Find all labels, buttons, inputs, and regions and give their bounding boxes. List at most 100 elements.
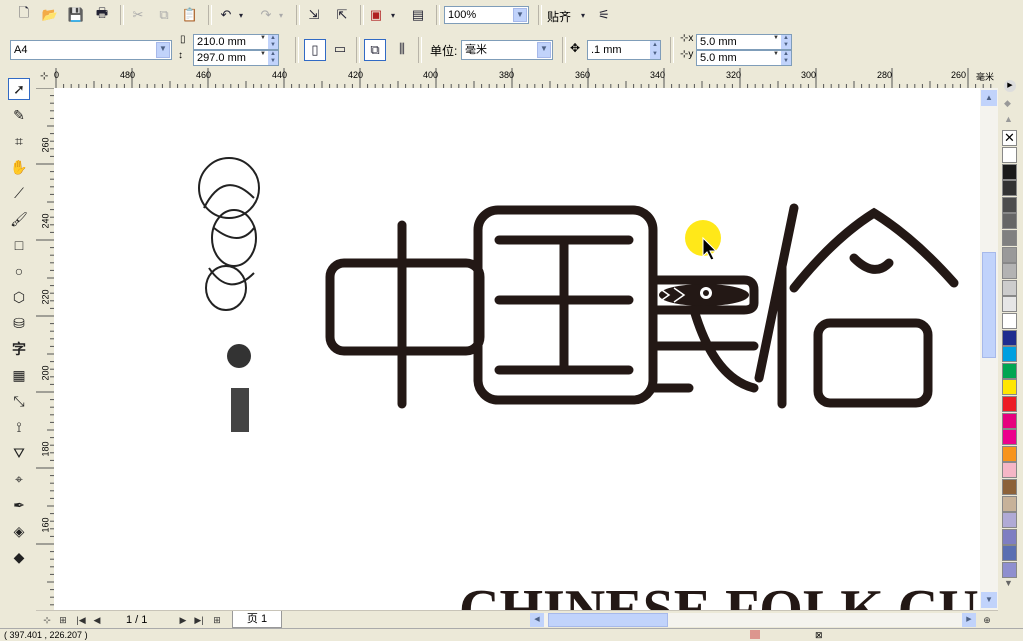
zoom-combo[interactable]: 100% ▼	[444, 6, 529, 24]
add-page-after-icon[interactable]: ⊞	[210, 613, 224, 627]
import-icon[interactable]: ⇲	[304, 5, 324, 25]
scroll-left-icon[interactable]: ◀	[530, 613, 544, 627]
welcome-icon[interactable]: ▤	[408, 5, 428, 25]
color-swatch[interactable]	[1002, 230, 1017, 246]
color-swatch[interactable]	[1002, 379, 1017, 396]
fit-page-icon[interactable]: ⊹	[40, 613, 54, 627]
h-scroll-thumb[interactable]	[548, 613, 668, 627]
color-swatch[interactable]	[1002, 180, 1017, 197]
vertical-ruler[interactable]: 260 240 220 200 180 160	[36, 88, 55, 610]
options-icon[interactable]: ⚟	[594, 5, 614, 25]
scroll-right-icon[interactable]: ▶	[962, 613, 976, 627]
color-swatch[interactable]	[1002, 147, 1017, 163]
paste-icon[interactable]: 📋	[180, 5, 200, 25]
units-select[interactable]: 毫米 ▼	[461, 40, 553, 60]
color-swatch[interactable]	[1002, 329, 1017, 346]
chevron-down-icon[interactable]: ▼	[771, 51, 781, 65]
color-swatch[interactable]	[1002, 545, 1017, 562]
color-swatch[interactable]	[1002, 479, 1017, 495]
color-swatch[interactable]	[1002, 396, 1017, 412]
interactive-fill-icon[interactable]: ◆	[8, 546, 30, 568]
paper-height-field[interactable]: 297.0 mm ▼ ▲ ▼	[193, 50, 279, 66]
next-page-icon[interactable]: ▶	[176, 613, 190, 627]
connector-tool-icon[interactable]: ⟟	[8, 416, 30, 438]
blend-tool-icon[interactable]: ⛛	[8, 442, 30, 464]
color-swatch[interactable]	[1002, 528, 1017, 545]
export-icon[interactable]: ⇱	[332, 5, 352, 25]
spin-icon[interactable]: ▲ ▼	[781, 51, 791, 65]
color-swatch[interactable]	[1002, 296, 1017, 313]
horizontal-ruler[interactable]: ⊹ 0 480 460 440 420 400 380 360 340 320 …	[36, 68, 998, 89]
redo-dropdown-icon[interactable]: ▾	[276, 5, 286, 25]
color-swatch[interactable]	[1002, 462, 1017, 479]
zoom-navigator-icon[interactable]: ⊕	[980, 613, 994, 627]
new-icon[interactable]: 🗋	[14, 5, 34, 25]
color-swatch[interactable]	[1002, 313, 1017, 329]
color-swatch[interactable]	[1002, 495, 1017, 512]
chevron-down-icon[interactable]: ▼	[156, 42, 170, 58]
outline-tool-icon[interactable]: ✒	[8, 494, 30, 516]
color-swatch[interactable]	[1002, 512, 1017, 529]
fill-tool-icon[interactable]: ◈	[8, 520, 30, 542]
color-swatch[interactable]	[1002, 246, 1017, 263]
dimension-tool-icon[interactable]: ⤡	[8, 390, 30, 412]
add-page-icon[interactable]: ⊞	[56, 613, 70, 627]
palette-up-icon[interactable]: ▲	[1004, 114, 1013, 124]
current-page-icon[interactable]: ⫼	[392, 39, 412, 59]
nudge-field[interactable]: .1 mm ▲ ▼	[587, 40, 661, 60]
eyedropper-tool-icon[interactable]: ⌖	[8, 468, 30, 490]
vertical-scrollbar[interactable]: ▲ ▼	[980, 88, 998, 610]
snap-button[interactable]: 贴齐	[547, 8, 571, 25]
smart-fill-icon[interactable]: 🖌	[8, 208, 30, 230]
all-pages-icon[interactable]: ⧉	[364, 39, 386, 61]
launcher-dropdown-icon[interactable]: ▾	[388, 5, 398, 25]
cut-icon[interactable]: ✂	[128, 5, 148, 25]
color-swatch[interactable]	[1002, 445, 1017, 462]
paper-width-field[interactable]: 210.0 mm ▼ ▲ ▼	[193, 34, 279, 50]
pick-tool-icon[interactable]: ➚	[8, 78, 30, 100]
landscape-icon[interactable]: ▭	[330, 39, 350, 59]
palette-down-icon[interactable]: ▼	[1004, 578, 1013, 588]
curve-tool-icon[interactable]: ⟋	[8, 182, 30, 204]
palette-up-icon[interactable]: ◆	[1004, 98, 1011, 109]
rectangle-tool-icon[interactable]: □	[8, 234, 30, 256]
chevron-down-icon[interactable]: ▼	[537, 42, 551, 58]
pan-tool-icon[interactable]: ✋	[8, 156, 30, 178]
copy-icon[interactable]: ⧉	[154, 5, 174, 25]
color-swatch[interactable]	[1002, 562, 1017, 578]
color-swatch[interactable]	[1002, 263, 1017, 280]
chevron-down-icon[interactable]: ▼	[258, 35, 268, 49]
spin-icon[interactable]: ▲ ▼	[268, 51, 278, 65]
color-swatch[interactable]	[1002, 196, 1017, 213]
color-swatch[interactable]	[1002, 346, 1017, 363]
drawing-canvas[interactable]: CHINESE FOLK CU	[54, 88, 980, 610]
spin-icon[interactable]: ▲ ▼	[268, 35, 278, 49]
last-page-icon[interactable]: ▶|	[192, 613, 206, 627]
color-swatch[interactable]	[1002, 362, 1017, 379]
color-swatch[interactable]	[1002, 279, 1017, 296]
crop-tool-icon[interactable]: ⌗	[8, 130, 30, 152]
paper-size-select[interactable]: A4 ▼	[10, 40, 172, 60]
print-icon[interactable]: 🖶	[92, 5, 112, 25]
scroll-down-icon[interactable]: ▼	[981, 592, 997, 608]
color-swatch[interactable]	[1002, 429, 1017, 446]
chevron-down-icon[interactable]: ▼	[258, 51, 268, 65]
spin-icon[interactable]: ▲ ▼	[650, 41, 660, 59]
open-icon[interactable]: 📂	[40, 5, 60, 25]
dup-x-field[interactable]: 5.0 mm ▼ ▲ ▼	[696, 34, 792, 50]
shape-tool-icon[interactable]: ✎	[8, 104, 30, 126]
first-page-icon[interactable]: |◀	[74, 613, 88, 627]
snap-dropdown-icon[interactable]: ▾	[578, 5, 588, 25]
dup-y-field[interactable]: 5.0 mm ▼ ▲ ▼	[696, 50, 792, 66]
basic-shapes-icon[interactable]: ⛁	[8, 312, 30, 334]
polygon-tool-icon[interactable]: ⬡	[8, 286, 30, 308]
redo-icon[interactable]: ↷	[256, 5, 276, 25]
page-tab[interactable]: 页 1	[232, 611, 282, 628]
undo-icon[interactable]: ↶	[216, 5, 236, 25]
color-swatch[interactable]	[1002, 213, 1017, 230]
launcher-icon[interactable]: ▣	[366, 5, 386, 25]
no-fill-swatch[interactable]: ✕	[1002, 130, 1017, 146]
text-tool[interactable]: 字	[8, 338, 30, 360]
scroll-thumb[interactable]	[982, 252, 996, 358]
undo-dropdown-icon[interactable]: ▾	[236, 5, 246, 25]
